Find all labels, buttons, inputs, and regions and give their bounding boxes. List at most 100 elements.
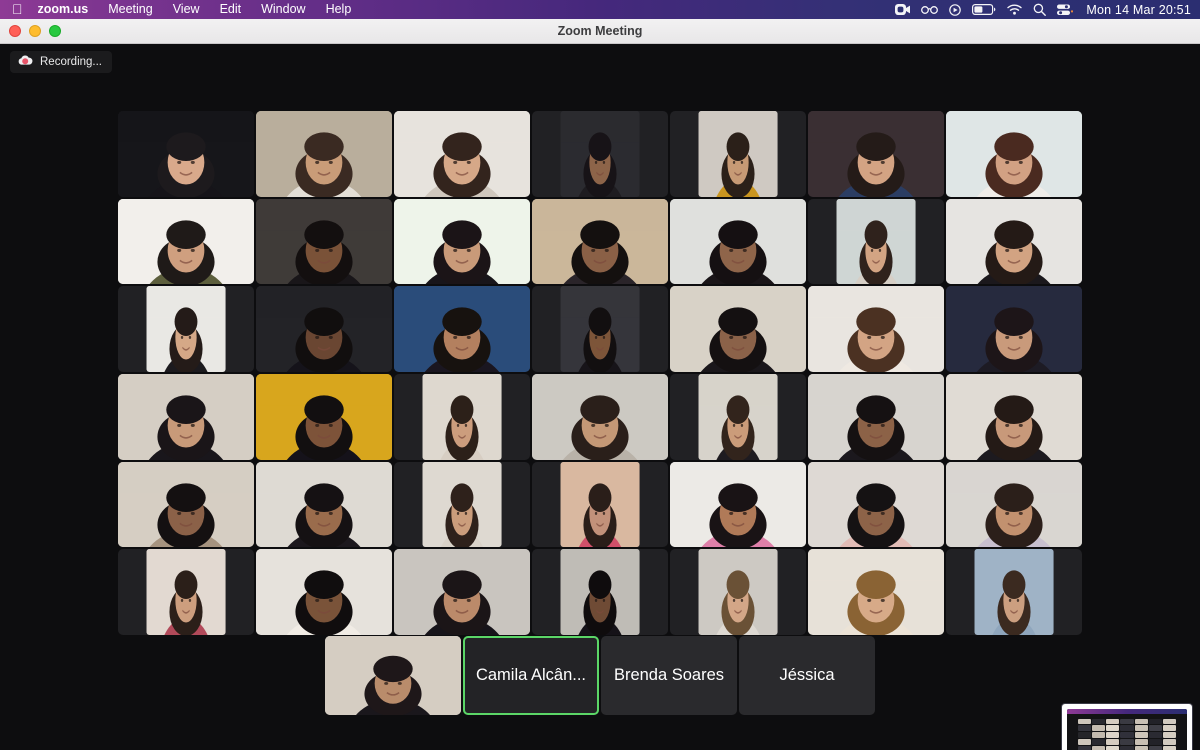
participant-tile[interactable] [808, 111, 944, 197]
participant-tile[interactable] [946, 111, 1082, 197]
participant-tile[interactable] [670, 373, 806, 460]
participant-tile[interactable] [256, 286, 392, 372]
pip-participant-cell [1120, 718, 1134, 725]
participant-tile[interactable] [946, 461, 1082, 548]
participant-tile[interactable] [118, 549, 254, 635]
participant-video-frame [146, 286, 226, 372]
menu-item-edit[interactable]: Edit [210, 0, 252, 19]
participant-tile[interactable] [256, 549, 392, 635]
participant-video [394, 111, 530, 197]
pip-participant-cell [1106, 739, 1120, 746]
participant-tile[interactable] [808, 461, 944, 548]
participant-tile[interactable] [256, 373, 392, 460]
menu-item-meeting[interactable]: Meeting [98, 0, 162, 19]
menu-bar-clock[interactable]: Mon 14 Mar 20:51 [1084, 3, 1191, 17]
glasses-icon[interactable] [921, 5, 939, 14]
participant-tile[interactable] [394, 373, 530, 460]
participant-tile[interactable] [394, 461, 530, 548]
participant-tile[interactable] [256, 461, 392, 548]
recording-indicator[interactable]: Recording... [10, 51, 113, 73]
participant-video [325, 636, 461, 715]
participant-tile[interactable] [532, 373, 668, 460]
participant-video-frame [836, 198, 916, 285]
participant-video [946, 198, 1082, 285]
participant-video-frame [670, 461, 806, 548]
pip-participant-cell [1148, 732, 1162, 739]
participant-video-frame [808, 461, 944, 548]
participant-tile[interactable] [532, 111, 668, 197]
participant-tile[interactable] [670, 549, 806, 635]
menu-bar-status-items: Mon 14 Mar 20:51 [895, 3, 1200, 17]
pip-participant-cell [1077, 725, 1091, 732]
participant-tile[interactable] [394, 198, 530, 285]
participant-video-frame [325, 636, 461, 715]
participant-tile[interactable] [532, 549, 668, 635]
participant-grid [118, 111, 1082, 635]
participant-tile[interactable] [118, 198, 254, 285]
participant-video [256, 198, 392, 285]
participant-video-frame [118, 198, 254, 285]
video-camera-icon[interactable] [895, 4, 911, 15]
participant-video-frame [560, 461, 640, 548]
pip-participant-cell [1091, 732, 1106, 739]
participant-tile[interactable] [118, 461, 254, 548]
participant-tile[interactable] [670, 198, 806, 285]
participant-tile[interactable] [394, 111, 530, 197]
participant-video [118, 373, 254, 460]
control-center-icon[interactable] [1057, 4, 1074, 16]
participant-tile[interactable] [394, 286, 530, 372]
participant-video-frame [394, 286, 530, 372]
menu-item-window[interactable]: Window [251, 0, 315, 19]
participant-tile[interactable] [946, 286, 1082, 372]
participant-tile[interactable] [256, 111, 392, 197]
participant-video-frame [698, 549, 778, 635]
pip-participant-cell [1163, 732, 1177, 739]
apple-logo-icon[interactable]:  [10, 0, 34, 19]
participant-tile[interactable] [118, 286, 254, 372]
cloud-record-icon [17, 53, 33, 71]
meeting-preview-thumbnail[interactable] [1062, 704, 1192, 750]
pip-participant-cell [1134, 718, 1148, 725]
participant-tile[interactable] [808, 286, 944, 372]
participant-tile[interactable] [532, 461, 668, 548]
menu-item-help[interactable]: Help [316, 0, 362, 19]
participant-video-frame [808, 549, 944, 635]
participant-video [256, 373, 392, 460]
participant-video-frame [256, 549, 392, 635]
participant-tile[interactable] [394, 549, 530, 635]
menu-item-zoom-us[interactable]: zoom.us [34, 0, 99, 19]
participant-name-tile[interactable]: Jéssica [739, 636, 875, 715]
participant-tile[interactable] [325, 636, 461, 715]
pip-participant-cell [1106, 732, 1120, 739]
participant-tile[interactable] [946, 549, 1082, 635]
participant-name-label: Camila Alcân... [475, 666, 587, 684]
participant-tile[interactable] [532, 286, 668, 372]
participant-tile[interactable] [670, 461, 806, 548]
pip-participant-cell [1091, 718, 1106, 725]
participant-tile[interactable] [670, 111, 806, 197]
participant-tile[interactable] [946, 373, 1082, 460]
participant-tile[interactable] [946, 198, 1082, 285]
participant-video [670, 198, 806, 285]
participant-tile[interactable] [808, 549, 944, 635]
participant-video-frame [946, 111, 1082, 197]
search-icon[interactable] [1033, 3, 1047, 16]
participant-tile[interactable] [808, 198, 944, 285]
participant-video-frame [974, 549, 1054, 635]
participant-video [698, 373, 778, 460]
wifi-icon[interactable] [1007, 4, 1023, 15]
pip-participant-cell [1148, 746, 1162, 750]
participant-name-tile[interactable]: Brenda Soares [601, 636, 737, 715]
participant-name-tile[interactable]: Camila Alcân... [463, 636, 599, 715]
participant-tile[interactable] [808, 373, 944, 460]
menu-item-view[interactable]: View [163, 0, 210, 19]
participant-tile[interactable] [670, 286, 806, 372]
pip-participant-cell [1134, 725, 1148, 732]
screen-record-icon[interactable] [949, 3, 962, 16]
participant-tile[interactable] [532, 198, 668, 285]
participant-video-frame [670, 198, 806, 285]
battery-icon[interactable] [972, 4, 996, 15]
participant-tile[interactable] [256, 198, 392, 285]
participant-tile[interactable] [118, 373, 254, 460]
participant-tile[interactable] [118, 111, 254, 197]
